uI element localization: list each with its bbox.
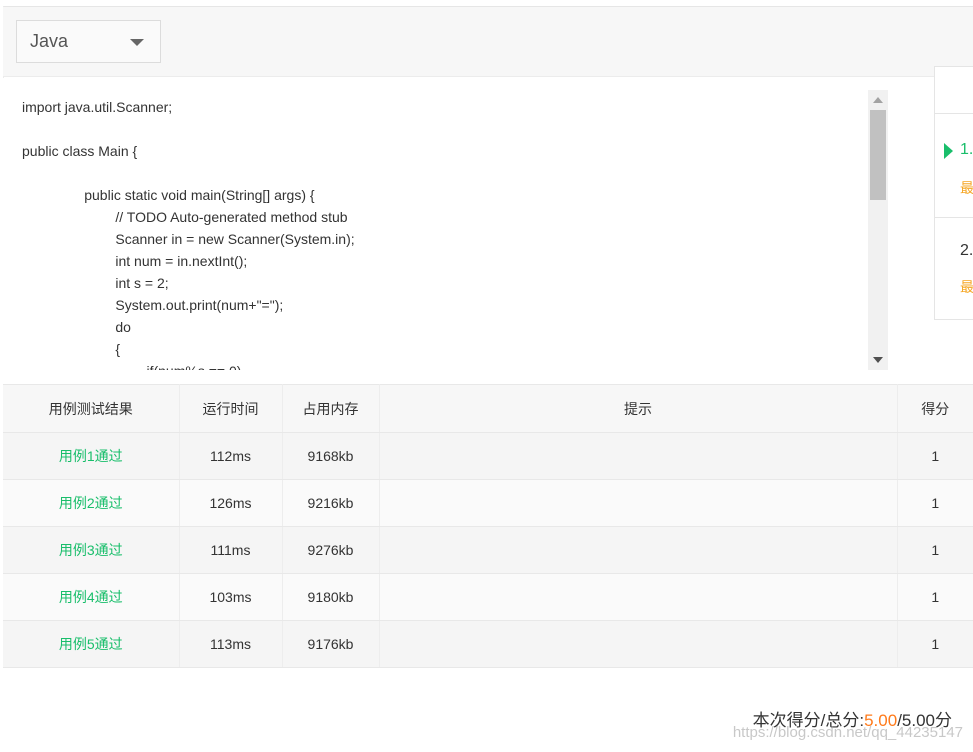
side-item-subtext: 最: [960, 180, 973, 196]
cell-result: 用例4通过: [3, 573, 180, 621]
submission-side-panel: 1. 最 2. 最: [934, 66, 973, 320]
cell-score: 1: [897, 526, 973, 574]
cell-memory: 9168kb: [282, 432, 380, 480]
cell-time: 112ms: [179, 432, 283, 480]
table-header-row: 用例测试结果 运行时间 占用内存 提示 得分: [3, 384, 973, 433]
language-select[interactable]: Java: [16, 20, 161, 63]
editor-scrollbar[interactable]: [868, 90, 888, 370]
table-row: 用例3通过 111ms 9276kb 1: [3, 526, 973, 574]
cell-hint: [379, 620, 898, 668]
code-line: {: [22, 341, 121, 357]
cell-memory: 9176kb: [282, 620, 380, 668]
code-line: public class Main {: [22, 143, 138, 159]
table-row: 用例5通过 113ms 9176kb 1: [3, 620, 973, 668]
cell-hint: [379, 526, 898, 574]
side-panel-header: [935, 67, 973, 114]
cell-time: 113ms: [179, 620, 283, 668]
column-header-time: 运行时间: [179, 384, 283, 433]
toolbar: Java: [3, 7, 973, 77]
score-footer: 本次得分/总分:5.00/5.00分 https://blog.csdn.net…: [3, 668, 973, 752]
table-row: 用例1通过 112ms 9168kb 1: [3, 432, 973, 480]
column-header-result: 用例测试结果: [3, 384, 180, 433]
code-line: int num = in.nextInt();: [22, 253, 248, 269]
column-header-score: 得分: [897, 384, 973, 433]
table-row: 用例2通过 126ms 9216kb 1: [3, 479, 973, 527]
cell-hint: [379, 479, 898, 527]
cell-score: 1: [897, 620, 973, 668]
cell-result: 用例1通过: [3, 432, 180, 480]
cell-hint: [379, 573, 898, 621]
side-item-number: 2.: [960, 242, 973, 259]
code-line: Scanner in = new Scanner(System.in);: [22, 231, 355, 247]
cell-time: 103ms: [179, 573, 283, 621]
cell-time: 111ms: [179, 526, 283, 574]
scrollbar-thumb[interactable]: [870, 110, 886, 200]
scroll-down-arrow-icon[interactable]: [873, 357, 883, 363]
cell-result: 用例5通过: [3, 620, 180, 668]
play-arrow-icon: [944, 143, 953, 159]
code-line: System.out.print(num+"=");: [22, 297, 284, 313]
watermark: https://blog.csdn.net/qq_44235147: [732, 724, 963, 741]
cell-result: 用例3通过: [3, 526, 180, 574]
side-panel-item[interactable]: 2. 最: [935, 217, 973, 295]
language-select-value: Java: [30, 31, 69, 51]
side-item-number: 1.: [960, 141, 973, 158]
code-line: // TODO Auto-generated method stub: [22, 209, 348, 225]
code-line: public static void main(String[] args) {: [22, 187, 315, 203]
column-header-hint: 提示: [379, 384, 898, 433]
cell-memory: 9216kb: [282, 479, 380, 527]
cell-memory: 9276kb: [282, 526, 380, 574]
code-line: import java.util.Scanner;: [22, 99, 173, 115]
cell-score: 1: [897, 479, 973, 527]
cell-memory: 9180kb: [282, 573, 380, 621]
code-line: do: [22, 319, 131, 335]
cell-score: 1: [897, 432, 973, 480]
column-header-memory: 占用内存: [282, 384, 380, 433]
side-item-subtext: 最: [960, 279, 973, 295]
table-row: 用例4通过 103ms 9180kb 1: [3, 573, 973, 621]
code-line: int s = 2;: [22, 275, 169, 291]
chevron-down-icon[interactable]: [130, 39, 144, 46]
test-results-table: 用例测试结果 运行时间 占用内存 提示 得分 用例1通过 112ms 9168k…: [3, 384, 973, 668]
scroll-up-arrow-icon[interactable]: [873, 97, 883, 103]
cell-score: 1: [897, 573, 973, 621]
cell-hint: [379, 432, 898, 480]
code-line: if(num%s == 0): [22, 360, 867, 370]
cell-time: 126ms: [179, 479, 283, 527]
cell-result: 用例2通过: [3, 479, 180, 527]
code-editor[interactable]: import java.util.Scanner; public class M…: [3, 78, 893, 384]
code-content[interactable]: import java.util.Scanner; public class M…: [22, 96, 867, 370]
